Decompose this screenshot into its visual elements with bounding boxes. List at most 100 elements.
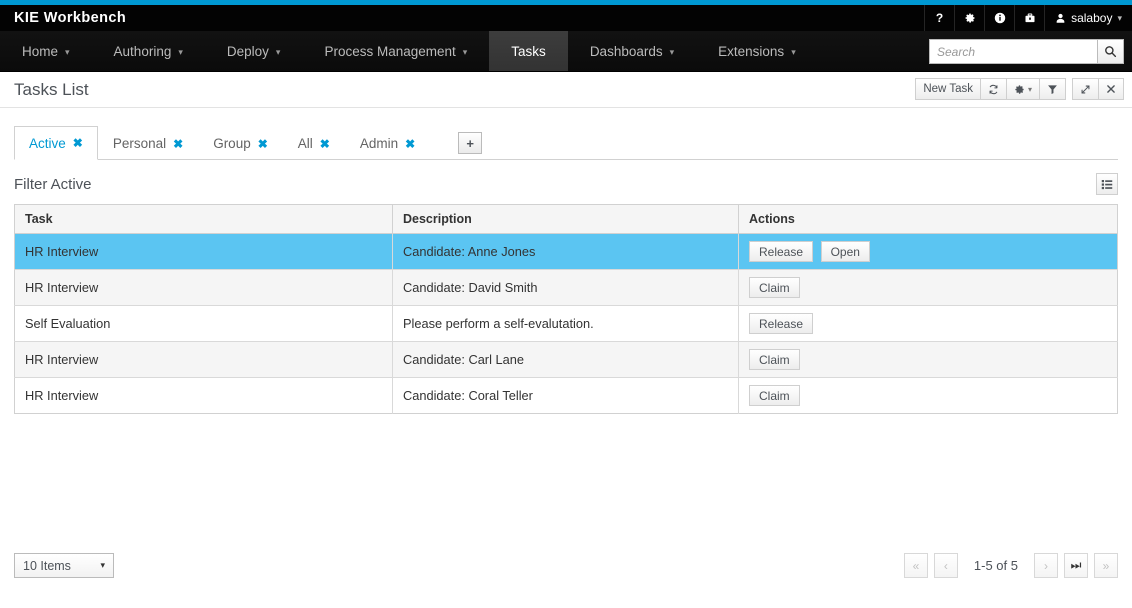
- nav-item-dashboards[interactable]: Dashboards ▾: [568, 31, 696, 71]
- brand-bar: KIE Workbench ?: [0, 5, 1132, 31]
- chevron-down-icon: ▾: [1117, 13, 1122, 24]
- chevron-down-icon: ▾: [276, 47, 281, 58]
- table-footer: 10 Items ▾ « ‹ 1-5 of 5 › ⏭ »: [0, 553, 1132, 578]
- column-header-description[interactable]: Description: [393, 205, 739, 234]
- settings-dropdown-button[interactable]: ▾: [1006, 78, 1040, 100]
- cell-actions: Release Open: [739, 234, 1118, 270]
- filter-tab-label: All: [298, 136, 313, 151]
- gear-icon: [1014, 84, 1025, 95]
- cell-task: HR Interview: [15, 378, 393, 414]
- search-icon: [1104, 45, 1117, 58]
- nav-item-extensions[interactable]: Extensions ▾: [696, 31, 818, 71]
- refresh-icon: [988, 84, 999, 95]
- table-row[interactable]: HR Interview Candidate: David Smith Clai…: [15, 270, 1118, 306]
- chevron-down-icon: ▾: [791, 47, 796, 58]
- help-icon[interactable]: ?: [924, 5, 954, 31]
- close-icon[interactable]: ✖: [73, 136, 83, 150]
- first-page-button[interactable]: «: [904, 553, 928, 578]
- filter-tabs: Active ✖ Personal ✖ Group ✖ All ✖ Admin …: [14, 124, 1118, 160]
- claim-button[interactable]: Claim: [749, 349, 800, 370]
- user-name: salaboy: [1071, 11, 1112, 25]
- brand-icon-group: ?: [924, 5, 1132, 31]
- end-page-button[interactable]: »: [1094, 553, 1118, 578]
- items-per-page-label: 10 Items: [23, 559, 71, 573]
- chevron-down-icon: ▾: [100, 560, 105, 571]
- filter-tab-active[interactable]: Active ✖: [14, 126, 98, 160]
- expand-button[interactable]: [1072, 78, 1099, 100]
- table-row[interactable]: HR Interview Candidate: Anne Jones Relea…: [15, 234, 1118, 270]
- page-range-label: 1-5 of 5: [964, 558, 1028, 573]
- search-input[interactable]: [929, 39, 1097, 64]
- filter-tab-label: Personal: [113, 136, 166, 151]
- filter-tab-personal[interactable]: Personal ✖: [98, 126, 198, 160]
- column-header-actions[interactable]: Actions: [739, 205, 1118, 234]
- cell-task: HR Interview: [15, 270, 393, 306]
- filter-tab-group[interactable]: Group ✖: [198, 126, 283, 160]
- close-icon[interactable]: ✖: [173, 137, 183, 151]
- claim-button[interactable]: Claim: [749, 277, 800, 298]
- close-icon[interactable]: ✖: [258, 137, 268, 151]
- last-page-button[interactable]: ⏭: [1064, 553, 1088, 578]
- list-view-button[interactable]: [1096, 173, 1118, 195]
- table-row[interactable]: HR Interview Candidate: Carl Lane Claim: [15, 342, 1118, 378]
- table-header: Task Description Actions: [15, 205, 1118, 234]
- items-per-page-select[interactable]: 10 Items ▾: [14, 553, 114, 578]
- toolbar-window-group: [1072, 78, 1124, 100]
- nav-item-home[interactable]: Home ▾: [0, 31, 92, 71]
- nav-item-label: Home: [22, 44, 58, 59]
- filter-tab-label: Group: [213, 136, 251, 151]
- gear-icon[interactable]: [954, 5, 984, 31]
- chevron-down-icon: ▾: [178, 47, 183, 58]
- nav-item-label: Authoring: [114, 44, 172, 59]
- claim-button[interactable]: Claim: [749, 385, 800, 406]
- new-task-button[interactable]: New Task: [915, 78, 981, 100]
- cell-description: Candidate: Carl Lane: [393, 342, 739, 378]
- cell-task: HR Interview: [15, 234, 393, 270]
- funnel-icon: [1047, 84, 1058, 95]
- filter-tab-all[interactable]: All ✖: [283, 126, 345, 160]
- column-header-task[interactable]: Task: [15, 205, 393, 234]
- page-toolbar: New Task ▾: [915, 78, 1124, 100]
- nav-item-tasks[interactable]: Tasks: [489, 31, 568, 71]
- nav-item-label: Tasks: [511, 44, 546, 59]
- toolbar-primary-group: New Task ▾: [915, 78, 1066, 100]
- tasks-table-wrapper: Task Description Actions HR Interview Ca…: [0, 204, 1132, 414]
- filter-tabs-section: Active ✖ Personal ✖ Group ✖ All ✖ Admin …: [0, 108, 1132, 160]
- filter-tab-admin[interactable]: Admin ✖: [345, 126, 430, 160]
- user-icon: [1055, 13, 1066, 24]
- filter-button[interactable]: [1039, 78, 1066, 100]
- page-header: Tasks List New Task: [0, 72, 1132, 108]
- cell-actions: Claim: [739, 270, 1118, 306]
- open-button[interactable]: Open: [821, 241, 870, 262]
- cell-description: Candidate: Coral Teller: [393, 378, 739, 414]
- next-page-button[interactable]: ›: [1034, 553, 1058, 578]
- search-group: [929, 39, 1124, 64]
- info-icon[interactable]: [984, 5, 1014, 31]
- release-button[interactable]: Release: [749, 241, 813, 262]
- nav-item-deploy[interactable]: Deploy ▾: [205, 31, 303, 71]
- table-row[interactable]: HR Interview Candidate: Coral Teller Cla…: [15, 378, 1118, 414]
- release-button[interactable]: Release: [749, 313, 813, 334]
- prev-page-button[interactable]: ‹: [934, 553, 958, 578]
- close-icon[interactable]: ✖: [320, 137, 330, 151]
- search-button[interactable]: [1097, 39, 1124, 64]
- add-filter-tab-button[interactable]: +: [458, 132, 482, 154]
- cell-actions: Claim: [739, 342, 1118, 378]
- list-icon: [1101, 179, 1113, 190]
- nav-item-authoring[interactable]: Authoring ▾: [92, 31, 205, 71]
- close-icon[interactable]: ✖: [405, 137, 415, 151]
- close-button[interactable]: [1098, 78, 1124, 100]
- user-menu[interactable]: salaboy ▾: [1044, 5, 1132, 31]
- table-row[interactable]: Self Evaluation Please perform a self-ev…: [15, 306, 1118, 342]
- table-header-row: Task Description Actions: [15, 205, 1118, 234]
- pagination: « ‹ 1-5 of 5 › ⏭ »: [898, 553, 1118, 578]
- nav-item-process-management[interactable]: Process Management ▾: [302, 31, 489, 71]
- filter-heading-row: Filter Active: [0, 160, 1132, 204]
- close-icon: [1106, 84, 1116, 94]
- filter-tab-label: Admin: [360, 136, 398, 151]
- refresh-button[interactable]: [980, 78, 1007, 100]
- table-body: HR Interview Candidate: Anne Jones Relea…: [15, 234, 1118, 414]
- main-navigation: Home ▾ Authoring ▾ Deploy ▾ Process Mana…: [0, 31, 1132, 72]
- brand-title: KIE Workbench: [0, 10, 126, 26]
- briefcase-icon[interactable]: [1014, 5, 1044, 31]
